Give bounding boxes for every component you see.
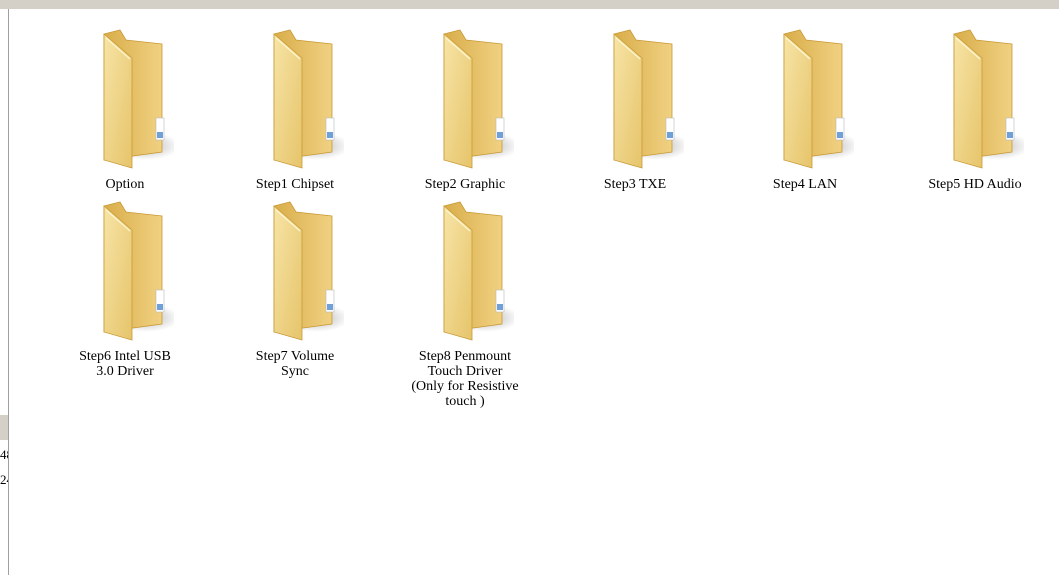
folder-label: Option [105,177,145,192]
pane-divider[interactable] [8,9,9,575]
left-pane-text-2: 24 [0,473,8,487]
folder-label: Step3 TXE [603,177,667,192]
folder-label: Step7 Volume Sync [255,349,335,379]
folder-icon [74,200,180,350]
folder-icon [414,200,520,350]
folder-item[interactable]: Step5 HD Audio [890,28,1059,258]
folder-item[interactable]: Step3 TXE [550,28,720,258]
top-toolbar-strip [0,0,1059,9]
folder-icon [244,28,350,178]
folder-label: Step4 LAN [772,177,838,192]
left-pane-text-1: 48 [0,448,8,462]
folder-label: Step2 Graphic [424,177,506,192]
left-pane [0,9,8,575]
left-pane-header [0,415,8,440]
folder-item[interactable]: Step7 Volume Sync [210,200,380,430]
folder-label: Step6 Intel USB 3.0 Driver [79,349,171,379]
folder-icon [924,28,1030,178]
folder-icon [74,28,180,178]
folder-item[interactable]: Step6 Intel USB 3.0 Driver [40,200,210,430]
folder-icon [414,28,520,178]
folder-label: Step1 Chipset [255,177,335,192]
folder-icon [584,28,690,178]
folder-icon [754,28,860,178]
folder-item[interactable]: Step8 Penmount Touch Driver (Only for Re… [380,200,550,430]
folder-label: Step8 Penmount Touch Driver (Only for Re… [411,349,519,409]
folder-item[interactable]: Step4 LAN [720,28,890,258]
folder-label: Step5 HD Audio [928,177,1022,192]
folder-icon [244,200,350,350]
